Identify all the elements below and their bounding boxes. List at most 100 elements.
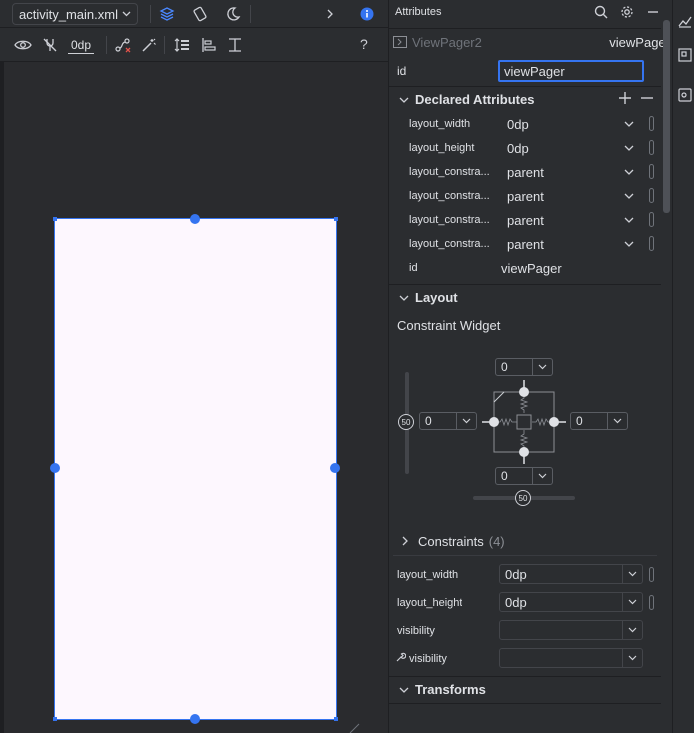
margin-bottom-dropdown[interactable]: 0	[495, 467, 553, 485]
autoconnect-off-icon[interactable]	[39, 34, 61, 56]
declared-attributes-title: Declared Attributes	[415, 92, 535, 107]
layout-section-header[interactable]: Layout	[389, 284, 661, 310]
chevron-down-icon[interactable]	[624, 145, 634, 151]
declared-attribute-row[interactable]: layout_constra... parent	[389, 160, 661, 184]
gear-icon[interactable]	[620, 5, 634, 19]
declared-attribute-row[interactable]: layout_height 0dp	[389, 136, 661, 160]
vertical-bias-slider[interactable]: 50	[398, 414, 414, 430]
declared-attribute-row[interactable]: layout_constra... parent	[389, 208, 661, 232]
margin-right-dropdown[interactable]: 0	[570, 412, 628, 430]
device-manager-icon[interactable]	[678, 88, 692, 102]
design-toolbar: 0dp ?	[0, 28, 388, 62]
chevron-down-icon	[628, 571, 637, 577]
remove-attribute-icon[interactable]	[640, 91, 654, 105]
layout-width-dropdown[interactable]: 0dp	[499, 564, 643, 584]
margin-left-dropdown[interactable]: 0	[419, 412, 477, 430]
visibility-dropdown[interactable]	[499, 620, 643, 640]
chevron-right-icon	[402, 536, 408, 546]
layout-inspector-icon[interactable]	[678, 48, 692, 62]
resource-picker-pill[interactable]	[649, 595, 654, 610]
wrench-icon	[396, 652, 406, 662]
attribute-value: parent	[507, 188, 544, 204]
attribute-name: layout_height	[409, 142, 475, 154]
margin-top-value: 0	[501, 360, 508, 374]
margin-right-value: 0	[576, 414, 583, 428]
prop-value: 0dp	[505, 566, 527, 582]
night-mode-icon[interactable]	[222, 3, 244, 25]
align-icon[interactable]	[198, 34, 220, 56]
top-constraint-handle[interactable]	[190, 214, 200, 224]
resource-picker-pill[interactable]	[649, 140, 654, 155]
left-constraint-handle[interactable]	[50, 463, 60, 473]
horizontal-bias-slider[interactable]: 50	[515, 490, 531, 506]
prop-name: visibility	[397, 625, 435, 637]
guidelines-icon[interactable]	[224, 34, 246, 56]
add-attribute-icon[interactable]	[618, 91, 632, 105]
viewpager-preview[interactable]	[54, 218, 337, 720]
eye-icon[interactable]	[12, 34, 34, 56]
chevron-down-icon	[399, 687, 409, 693]
chevron-down-icon[interactable]	[624, 193, 634, 199]
orientation-icon[interactable]	[189, 3, 211, 25]
chart-icon[interactable]	[678, 14, 692, 28]
infer-constraints-wand-icon[interactable]	[138, 34, 160, 56]
attributes-scrollbar[interactable]	[663, 20, 670, 213]
declared-attribute-row[interactable]: layout_constra... parent	[389, 232, 661, 256]
declared-attribute-row[interactable]: layout_constra... parent	[389, 184, 661, 208]
constraint-widget-title: Constraint Widget	[397, 318, 501, 333]
info-icon[interactable]	[356, 3, 378, 25]
default-margin-button[interactable]: 0dp	[68, 38, 95, 54]
attribute-value: 0dp	[507, 116, 529, 132]
corner-resize-handle[interactable]	[53, 217, 57, 221]
right-constraint-handle[interactable]	[330, 463, 340, 473]
minimize-icon[interactable]	[647, 5, 659, 19]
chevron-down-icon[interactable]	[624, 169, 634, 175]
attribute-value: parent	[507, 164, 544, 180]
chevron-down-icon[interactable]	[624, 121, 634, 127]
chevron-down-icon[interactable]	[624, 217, 634, 223]
declared-attribute-row[interactable]: layout_width 0dp	[389, 112, 661, 136]
constraints-header[interactable]: Constraints (4)	[389, 528, 661, 554]
corner-resize-handle[interactable]	[53, 717, 57, 721]
chevron-down-icon	[628, 627, 637, 633]
id-input[interactable]	[498, 60, 644, 82]
clear-constraints-icon[interactable]	[112, 34, 134, 56]
id-label: id	[397, 64, 407, 78]
file-name-label: activity_main.xml	[19, 6, 118, 22]
canvas-resize-grip-icon[interactable]	[348, 722, 360, 733]
design-surface-layers-icon[interactable]	[156, 3, 178, 25]
corner-resize-handle[interactable]	[334, 717, 338, 721]
attribute-name: layout_constra...	[409, 238, 490, 250]
layout-section-title: Layout	[415, 290, 458, 305]
bottom-constraint-handle[interactable]	[190, 714, 200, 724]
pack-icon[interactable]	[171, 34, 193, 56]
resource-picker-pill[interactable]	[649, 212, 654, 227]
help-button[interactable]: ?	[360, 36, 368, 52]
chevron-down-icon[interactable]	[624, 241, 634, 247]
resource-picker-pill[interactable]	[649, 116, 654, 131]
margin-top-dropdown[interactable]: 0	[495, 358, 553, 376]
component-name-label: viewPager	[609, 35, 670, 50]
chevron-down-icon	[462, 418, 471, 424]
transforms-section-header[interactable]: Transforms	[389, 676, 661, 702]
resource-picker-pill[interactable]	[649, 567, 654, 582]
resource-picker-pill[interactable]	[649, 188, 654, 203]
divider	[389, 703, 661, 704]
toolbar-divider	[106, 36, 107, 54]
corner-resize-handle[interactable]	[334, 217, 338, 221]
search-icon[interactable]	[594, 5, 608, 19]
resource-picker-pill[interactable]	[649, 164, 654, 179]
editor-top-toolbar: activity_main.xml	[0, 0, 388, 28]
resource-picker-pill[interactable]	[649, 236, 654, 251]
layout-height-dropdown[interactable]: 0dp	[499, 592, 643, 612]
attribute-value: viewPager	[501, 260, 562, 276]
tools-visibility-dropdown[interactable]	[499, 648, 643, 668]
file-selector-dropdown[interactable]: activity_main.xml	[12, 3, 138, 25]
chevron-right-icon[interactable]	[319, 3, 341, 25]
declared-attribute-row[interactable]: id viewPager	[389, 256, 661, 280]
chevron-down-icon	[399, 295, 409, 301]
attribute-name: layout_constra...	[409, 166, 490, 178]
chevron-down-icon	[538, 473, 547, 479]
prop-name: layout_height	[397, 597, 463, 609]
toolbar-divider	[150, 5, 151, 23]
